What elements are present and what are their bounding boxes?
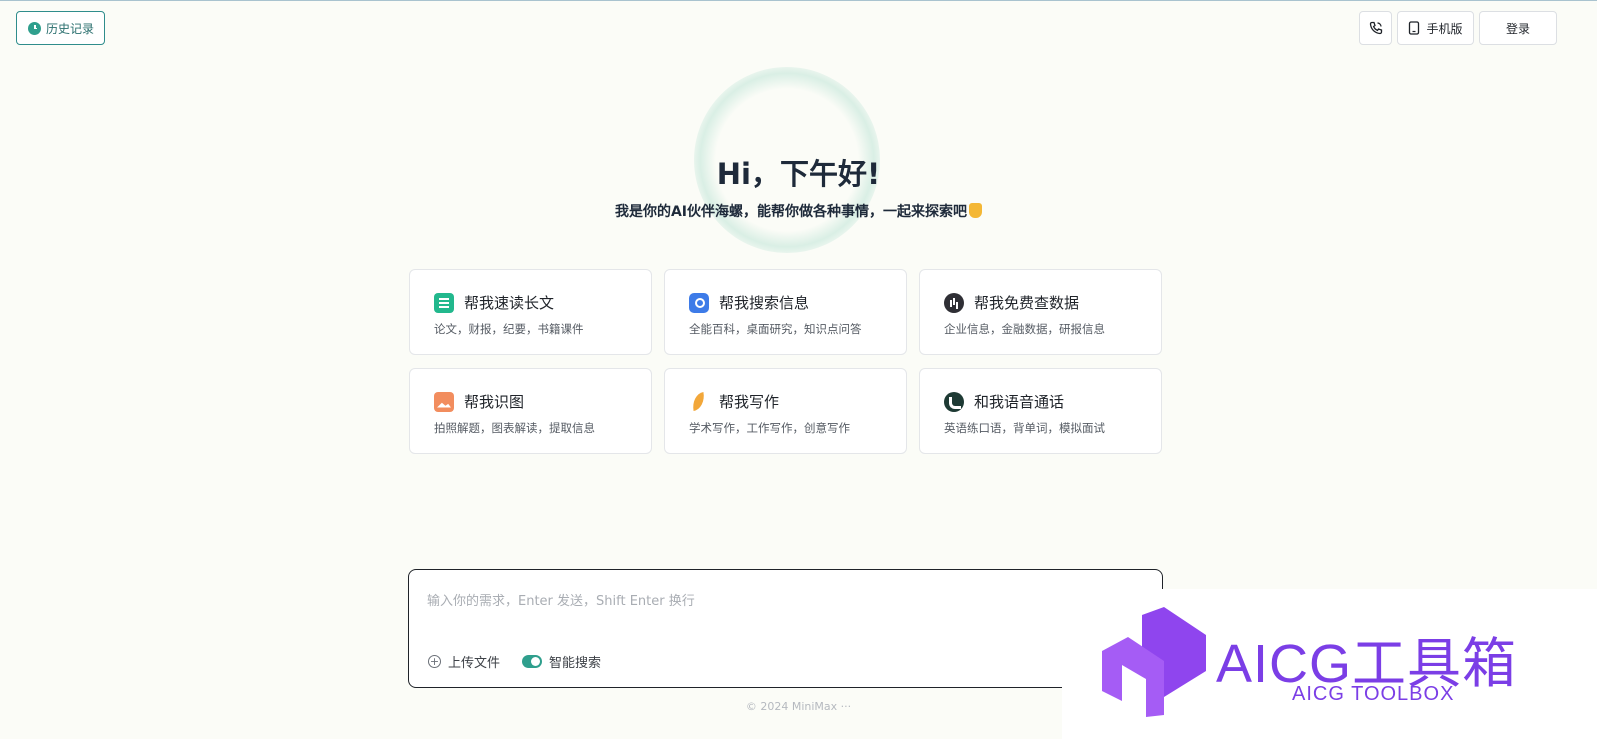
clock-icon [28,21,41,35]
card-speed-read[interactable]: 帮我速读长文 论文，财报，纪要，书籍课件 [409,269,652,355]
search-document-icon [689,292,709,313]
chat-input-placeholder[interactable]: 输入你的需求，Enter 发送，Shift Enter 换行 [427,590,695,609]
card-description: 全能百科，桌面研究，知识点问答 [689,322,862,336]
history-label: 历史记录 [46,21,95,36]
subtitle-text: 我是你的AI伙伴海螺，能帮你做各种事情，一起来探索吧 [614,204,968,220]
card-query-data[interactable]: 帮我免费查数据 企业信息，金融数据，研报信息 [919,269,1162,355]
greeting-title: Hi，下午好! [716,157,881,191]
top-right-actions: 手机版 登录 [1359,11,1557,45]
aicg-logo-icon [1102,607,1206,717]
mobile-version-label: 手机版 [1426,21,1463,36]
voice-call-icon [944,391,964,412]
watermark-subtitle: AICG TOOLBOX [1292,683,1455,705]
read-document-icon [434,292,454,313]
history-button[interactable]: 历史记录 [16,11,105,45]
chat-input-box[interactable]: 输入你的需求，Enter 发送，Shift Enter 换行 + 上传文件 智能… [408,569,1163,688]
card-title: 帮我写作 [719,393,780,411]
card-writing[interactable]: 帮我写作 学术写作，工作写作，创意写作 [664,368,907,454]
card-title: 帮我速读长文 [464,294,555,312]
image-icon [434,391,454,412]
card-title: 帮我搜索信息 [719,294,810,312]
smart-search-toggle[interactable]: 智能搜索 [522,652,601,671]
watermark: AICG工具箱 AICG TOOLBOX [1062,589,1597,739]
card-voice-call[interactable]: 和我语音通话 英语练口语，背单词，模拟面试 [919,368,1162,454]
greeting-subtitle: 我是你的AI伙伴海螺，能帮你做各种事情，一起来探索吧 [0,201,1597,221]
toggle-switch-icon[interactable] [522,655,542,668]
login-button[interactable]: 登录 [1479,11,1557,45]
card-description: 论文，财报，纪要，书籍课件 [434,322,584,336]
pointing-hand-icon [969,203,983,218]
card-description: 拍照解题，图表解读，提取信息 [434,421,595,435]
plus-circle-icon: + [428,655,441,668]
upload-file-label: 上传文件 [448,656,501,671]
feature-cards: 帮我速读长文 论文，财报，纪要，书籍课件 帮我搜索信息 全能百科，桌面研究，知识… [409,269,1162,454]
upload-file-button[interactable]: + 上传文件 [428,652,500,671]
chart-data-icon [944,292,964,313]
smart-search-label: 智能搜索 [549,656,602,671]
phone-icon [1369,21,1382,35]
card-description: 英语练口语，背单词，模拟面试 [944,421,1105,435]
phone-call-button[interactable] [1359,11,1392,45]
mobile-device-icon [1409,21,1420,35]
card-title: 帮我免费查数据 [974,294,1080,312]
feather-pen-icon [689,392,709,412]
card-description: 企业信息，金融数据，研报信息 [944,322,1105,336]
login-label: 登录 [1505,21,1530,36]
card-title: 帮我识图 [464,393,525,411]
card-search-info[interactable]: 帮我搜索信息 全能百科，桌面研究，知识点问答 [664,269,907,355]
card-description: 学术写作，工作写作，创意写作 [689,421,850,435]
card-title: 和我语音通话 [974,393,1065,411]
mobile-version-button[interactable]: 手机版 [1397,11,1474,45]
card-image-recognition[interactable]: 帮我识图 拍照解题，图表解读，提取信息 [409,368,652,454]
